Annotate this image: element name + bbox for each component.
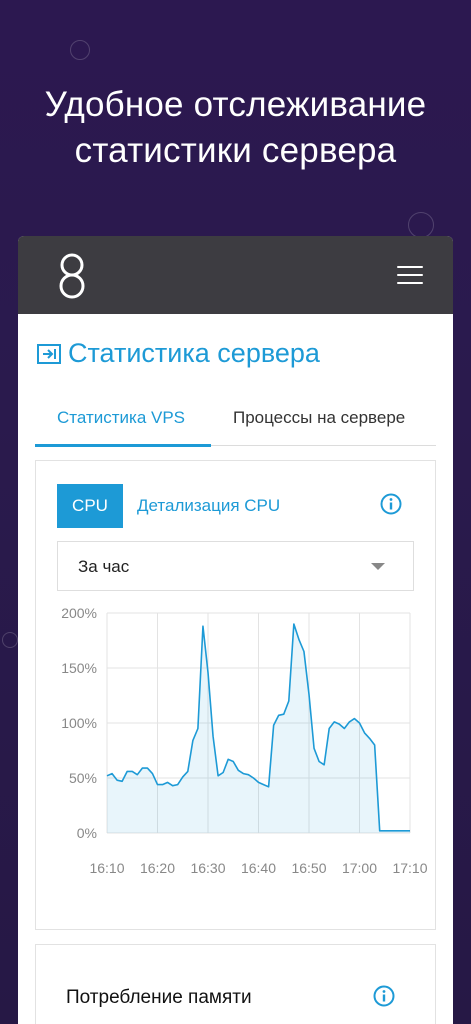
period-select[interactable]: За час xyxy=(57,541,414,591)
caret-down-icon xyxy=(371,563,385,570)
active-tab-indicator xyxy=(35,444,211,447)
page-title: Статистика сервера xyxy=(68,338,320,368)
decorative-circle xyxy=(408,212,434,238)
cpu-detail-link[interactable]: Детализация CPU xyxy=(137,496,280,516)
cpu-usage-chart: 200% 150% 100% 50% 0% 16:10 16:20 16:30 16:40 16:… xyxy=(61,605,428,876)
info-icon[interactable] xyxy=(373,985,395,1007)
top-bar xyxy=(18,236,453,314)
y-tick-label: 150% xyxy=(61,660,97,676)
cpu-button[interactable]: CPU xyxy=(57,484,123,528)
memory-usage-title: Потребление памяти xyxy=(66,987,252,1008)
logo-8-icon[interactable] xyxy=(56,252,88,300)
x-tick-label: 16:30 xyxy=(190,860,225,876)
app-window: Статистика сервера Статистика VPS Процес… xyxy=(18,236,453,1024)
y-tick-label: 200% xyxy=(61,605,97,621)
tab-bar: Статистика VPS Процессы на сервере xyxy=(35,396,436,447)
decorative-circle xyxy=(2,632,18,648)
y-tick-label: 50% xyxy=(69,770,97,786)
cpu-stats-card: CPU Детализация CPU За час 200% 150% 100% 5… xyxy=(35,460,436,930)
memory-stats-card: Потребление памяти xyxy=(35,944,436,1024)
y-tick-label: 0% xyxy=(77,825,97,841)
x-tick-label: 16:10 xyxy=(89,860,124,876)
x-tick-label: 17:10 xyxy=(392,860,427,876)
y-tick-label: 100% xyxy=(61,715,97,731)
x-tick-label: 16:20 xyxy=(140,860,175,876)
decorative-circle xyxy=(70,40,90,60)
page-title-row: Статистика сервера xyxy=(36,338,320,369)
x-tick-label: 16:40 xyxy=(241,860,276,876)
headline-line-1: Удобное отслеживание xyxy=(44,85,427,124)
x-tick-label: 17:00 xyxy=(342,860,377,876)
headline-line-2: статистики сервера xyxy=(74,131,397,170)
hamburger-menu-icon[interactable] xyxy=(397,266,423,286)
headline: Удобное отслеживание статистики сервера xyxy=(0,82,471,174)
x-tick-label: 16:50 xyxy=(291,860,326,876)
login-arrow-icon xyxy=(37,343,61,364)
info-icon[interactable] xyxy=(380,493,402,515)
tab-server-processes[interactable]: Процессы на сервере xyxy=(233,408,405,428)
tab-vps-stats[interactable]: Статистика VPS xyxy=(57,408,185,428)
period-select-value: За час xyxy=(78,557,130,576)
